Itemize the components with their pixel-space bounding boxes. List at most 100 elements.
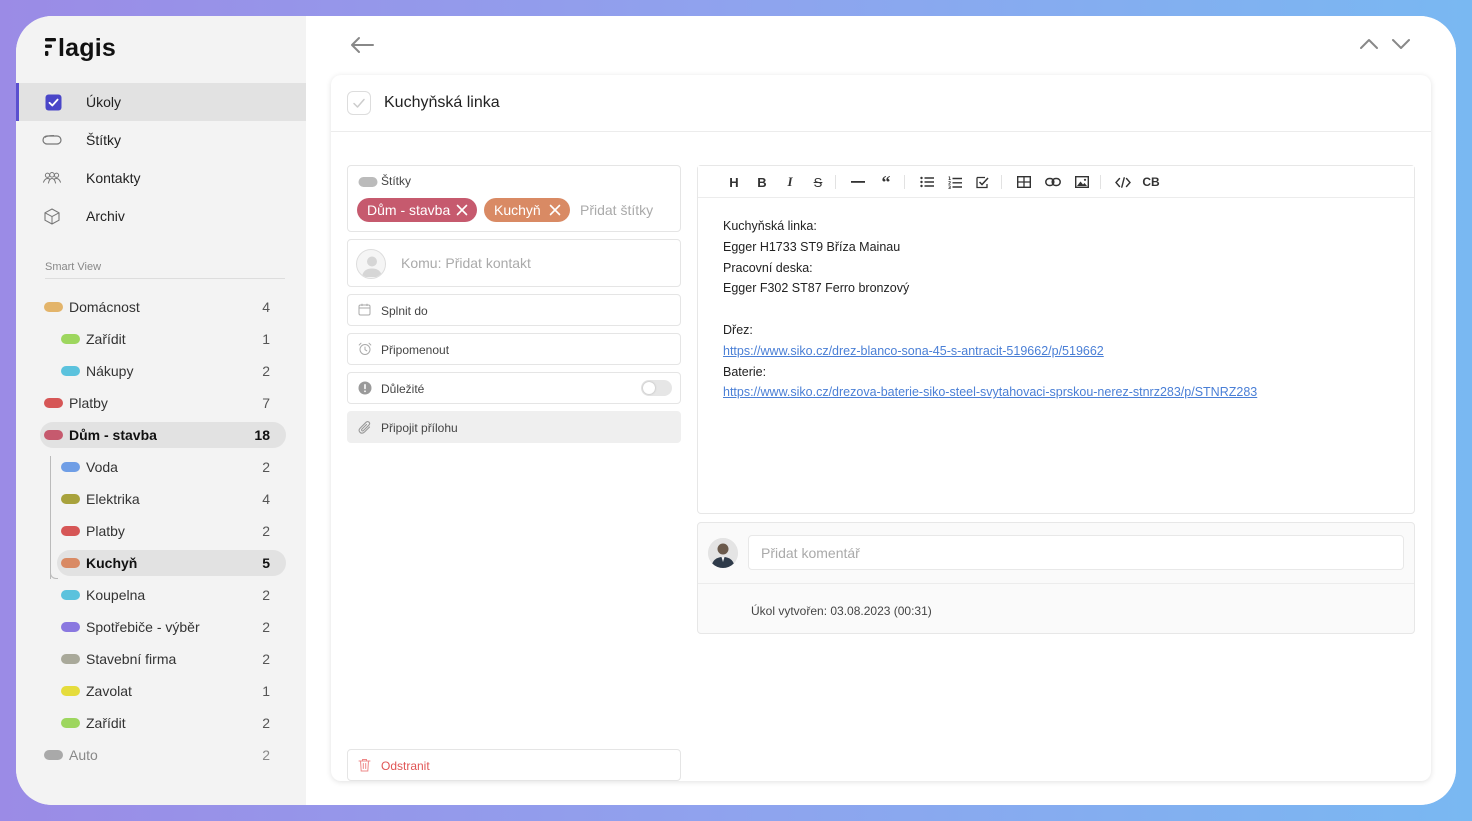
nav-label: Úkoly [86,94,122,110]
tag-color-dot [61,526,80,536]
close-icon[interactable] [455,203,469,217]
note-line: Baterie: [723,364,767,379]
tag-name: Zařídit [86,715,126,731]
chevron-up-icon[interactable] [1358,34,1380,54]
tag-chip-kuchyn[interactable]: Kuchyň [484,198,570,222]
tag-item-zaridit-2[interactable]: Zařídit 2 [57,710,286,736]
note-link[interactable]: https://www.siko.cz/drezova-baterie-siko… [723,385,1257,399]
toolbar-separator [904,175,905,189]
tag-name: Domácnost [69,299,140,315]
heading-button[interactable]: H [728,174,740,190]
add-tag-input[interactable]: Přidat štítky [580,202,653,218]
tag-color-dot [61,654,80,664]
comment-input[interactable]: Přidat komentář [748,535,1404,570]
task-list-icon[interactable] [976,174,990,190]
editor-toolbar: H B I S “ 123 CB [698,166,1414,198]
bullet-list-icon[interactable] [920,174,934,190]
task-title[interactable]: Kuchyňská linka [384,94,500,112]
tag-color-dot [44,430,63,440]
tag-item-zaridit[interactable]: Zařídit 1 [57,326,286,352]
tag-color-dot [61,686,80,696]
delete-label: Odstranit [381,759,430,773]
tag-color-dot [44,750,63,760]
tag-item-dum-stavba[interactable]: Dům - stavba 18 [40,422,286,448]
tag-color-dot [61,366,80,376]
contact-placeholder: Komu: Přidat kontakt [401,255,531,271]
close-icon[interactable] [548,203,562,217]
toggle-knob [643,382,655,394]
code-block-button[interactable]: CB [1142,174,1160,190]
tag-item-platby-sub[interactable]: Platby 2 [57,518,286,544]
strikethrough-button[interactable]: S [812,174,824,190]
tag-name: Zavolat [86,683,132,699]
tag-item-kuchyn[interactable]: Kuchyň 5 [57,550,286,576]
logo-text: lagis [58,34,116,62]
link-icon[interactable] [1045,174,1061,190]
avatar [708,538,738,568]
contact-field[interactable]: Komu: Přidat kontakt [347,239,681,287]
archive-icon [42,207,62,225]
tag-count: 2 [262,523,270,539]
tag-item-voda[interactable]: Voda 2 [57,454,286,480]
tag-item-platby[interactable]: Platby 7 [40,390,286,416]
tag-item-spotrebice[interactable]: Spotřebiče - výběr 2 [57,614,286,640]
chevron-down-icon[interactable] [1390,34,1412,54]
tag-item-domacnost[interactable]: Domácnost 4 [40,294,286,320]
nav-item-stitky[interactable]: Štítky [16,121,306,159]
paperclip-icon [358,420,372,440]
created-timestamp: Úkol vytvořen: 03.08.2023 (00:31) [751,604,932,618]
tag-count: 4 [262,491,270,507]
bold-button[interactable]: B [756,174,768,190]
delete-button[interactable]: Odstranit [347,749,681,781]
note-line: Kuchyňská linka: [723,219,817,233]
numbered-list-icon[interactable]: 123 [948,174,962,190]
table-icon[interactable] [1017,174,1031,190]
attach-label: Připojit přílohu [381,421,458,435]
tag-color-dot [44,302,63,312]
tag-count: 1 [262,683,270,699]
horizontal-rule-button[interactable] [851,174,865,190]
tag-color-dot [61,558,80,568]
note-line: Pracovní deska: [723,260,813,275]
toolbar-separator [1001,175,1002,189]
tag-item-koupelna[interactable]: Koupelna 2 [57,582,286,608]
tag-chip-dum-stavba[interactable]: Dům - stavba [357,198,477,222]
person-icon [356,249,386,279]
important-label: Důležité [381,382,425,396]
divider [45,278,285,279]
app-window: lagis Úkoly Štítky Kontakty Archiv Smart… [16,16,1456,805]
image-icon[interactable] [1075,174,1089,190]
note-editor[interactable]: H B I S “ 123 CB Kuchyňská linka: Egger … [697,165,1415,514]
tag-item-auto[interactable]: Auto 2 [40,742,286,768]
italic-button[interactable]: I [784,174,796,190]
tags-field[interactable]: Štítky Dům - stavba Kuchyň Přidat štítky [347,165,681,232]
tag-item-nakupy[interactable]: Nákupy 2 [57,358,286,384]
due-date-field[interactable]: Splnit do [347,294,681,326]
task-header: Kuchyňská linka [331,75,1431,132]
nav-item-kontakty[interactable]: Kontakty [16,159,306,197]
note-content[interactable]: Kuchyňská linka: Egger H1733 ST9 Bříza M… [723,216,1257,403]
complete-task-checkbox[interactable] [347,91,371,115]
tag-count: 2 [262,363,270,379]
sidebar: lagis Úkoly Štítky Kontakty Archiv Smart… [16,16,306,805]
tag-name: Platby [86,523,125,539]
nav-item-archiv[interactable]: Archiv [16,197,306,235]
back-arrow-icon[interactable] [348,34,376,56]
nav-item-ukoly[interactable]: Úkoly [16,83,306,121]
tag-name: Koupelna [86,587,146,603]
attach-button[interactable]: Připojit přílohu [347,411,681,443]
smart-view-label: Smart View [45,261,102,273]
note-line: Egger H1733 ST9 Bříza Mainau [723,239,901,254]
quote-button[interactable]: “ [879,172,893,192]
checkbox-icon [43,94,63,110]
note-link[interactable]: https://www.siko.cz/drez-blanco-sona-45-… [723,344,1104,358]
tag-count: 1 [262,331,270,347]
tag-item-zavolat[interactable]: Zavolat 1 [57,678,286,704]
tag-item-elektrika[interactable]: Elektrika 4 [57,486,286,512]
tag-item-stavebni-firma[interactable]: Stavební firma 2 [57,646,286,672]
code-icon[interactable] [1115,174,1131,190]
important-toggle[interactable] [641,380,672,396]
reminder-field[interactable]: Připomenout [347,333,681,365]
tag-name: Dům - stavba [69,427,157,443]
tag-color-dot [61,718,80,728]
